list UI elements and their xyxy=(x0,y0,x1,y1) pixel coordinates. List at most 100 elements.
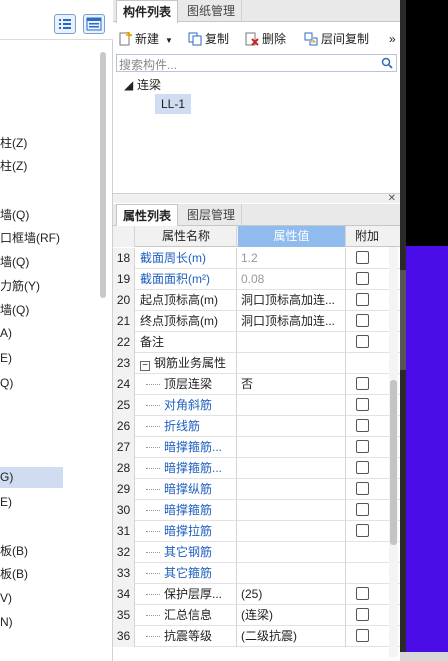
property-value[interactable]: 洞口顶标高加连... xyxy=(238,311,346,332)
extra-checkbox[interactable] xyxy=(356,587,369,600)
extra-checkbox[interactable] xyxy=(356,482,369,495)
new-button[interactable]: 新建 ▼ xyxy=(118,28,173,50)
extra-checkbox[interactable] xyxy=(356,461,369,474)
drawing-viewport[interactable] xyxy=(406,246,448,652)
property-value[interactable]: 0.08 xyxy=(238,269,346,290)
property-row[interactable]: 28 暗撑箍筋... xyxy=(113,458,400,479)
search-input[interactable]: 搜索构件... xyxy=(119,56,177,73)
property-row[interactable]: 26 折线筋 xyxy=(113,416,400,437)
property-value[interactable]: (二级抗震) xyxy=(238,626,346,647)
property-row[interactable]: 22 备注 xyxy=(113,332,400,353)
left-list-item[interactable]: G) xyxy=(0,467,63,488)
expand-collapse-icon[interactable]: − xyxy=(140,361,150,371)
tree-group-lianliang[interactable]: 连梁 xyxy=(137,76,161,93)
property-value[interactable] xyxy=(238,521,346,542)
tree-item-ll1[interactable]: LL-1 xyxy=(155,94,192,114)
tab-property-list[interactable]: 属性列表 xyxy=(116,204,179,227)
left-list-item[interactable]: E) xyxy=(0,348,63,369)
property-row[interactable]: 18 截面周长(m) 1.2 xyxy=(113,248,400,269)
tab-drawing-management[interactable]: 图纸管理 xyxy=(181,0,243,22)
floor-copy-button[interactable]: 层间复制 xyxy=(304,28,369,50)
left-list-item[interactable]: 板(B) xyxy=(0,541,63,562)
left-list-item[interactable]: E) xyxy=(0,492,63,513)
property-row[interactable]: 33 其它箍筋 xyxy=(113,563,400,584)
property-row[interactable]: 32 其它钢筋 xyxy=(113,542,400,563)
property-value[interactable] xyxy=(238,332,346,353)
extra-checkbox[interactable] xyxy=(356,419,369,432)
extra-checkbox[interactable] xyxy=(356,503,369,516)
left-list-item[interactable]: 口框墙(RF) xyxy=(0,228,63,249)
property-value[interactable] xyxy=(238,542,346,563)
more-button[interactable]: » xyxy=(389,28,396,50)
property-value[interactable]: (连梁) xyxy=(238,605,346,626)
copy-button[interactable]: 复制 xyxy=(188,28,229,50)
scrollbar-thumb[interactable] xyxy=(390,380,397,545)
property-value[interactable] xyxy=(238,500,346,521)
property-value[interactable]: 洞口顶标高加连... xyxy=(238,290,346,311)
property-row[interactable]: 19 截面面积(m²) 0.08 xyxy=(113,269,400,290)
property-row[interactable]: 31 暗撑拉筋 xyxy=(113,521,400,542)
tree-collapse-icon[interactable]: ◢ xyxy=(124,78,133,92)
search-box[interactable]: 搜索构件... xyxy=(116,54,397,72)
tree-line xyxy=(146,552,160,553)
property-row[interactable]: 27 暗撑箍筋... xyxy=(113,437,400,458)
left-list-item[interactable]: 墙(Q) xyxy=(0,300,63,321)
property-value[interactable] xyxy=(238,353,346,374)
extra-checkbox[interactable] xyxy=(356,524,369,537)
property-row[interactable]: 30 暗撑箍筋 xyxy=(113,500,400,521)
extra-checkbox[interactable] xyxy=(356,335,369,348)
left-list-item[interactable]: N) xyxy=(0,612,63,633)
left-list-item[interactable]: V) xyxy=(0,588,63,609)
left-list-item[interactable]: 墙(Q) xyxy=(0,252,63,273)
property-scrollbar[interactable] xyxy=(389,247,398,657)
extra-checkbox[interactable] xyxy=(356,272,369,285)
extra-checkbox[interactable] xyxy=(356,440,369,453)
close-icon[interactable]: ✕ xyxy=(388,193,396,204)
left-list-item[interactable]: Q) xyxy=(0,373,63,394)
tab-component-list[interactable]: 构件列表 xyxy=(116,0,179,23)
detail-view-icon[interactable] xyxy=(83,14,105,34)
property-row[interactable]: 35 汇总信息 (连梁) xyxy=(113,605,400,626)
row-number: 20 xyxy=(113,290,135,311)
left-list-item[interactable]: 柱(Z) xyxy=(0,156,63,177)
copy-label: 复制 xyxy=(205,32,230,46)
left-scrollbar[interactable] xyxy=(100,52,106,298)
property-row[interactable]: 36 抗震等级 (二级抗震) xyxy=(113,626,400,647)
property-value[interactable] xyxy=(238,458,346,479)
extra-checkbox[interactable] xyxy=(356,629,369,642)
property-value[interactable] xyxy=(238,563,346,584)
property-value[interactable] xyxy=(238,416,346,437)
property-value[interactable]: (25) xyxy=(238,584,346,605)
property-row[interactable]: 34 保护层厚... (25) xyxy=(113,584,400,605)
property-row[interactable]: 25 对角斜筋 xyxy=(113,395,400,416)
property-value[interactable]: 否 xyxy=(238,374,346,395)
row-number: 22 xyxy=(113,332,135,353)
list-view-icon[interactable] xyxy=(54,14,76,34)
tab-layer-management[interactable]: 图层管理 xyxy=(181,204,243,226)
property-name: 钢筋业务属性 xyxy=(154,356,227,370)
extra-checkbox[interactable] xyxy=(356,293,369,306)
property-row[interactable]: 20 起点顶标高(m) 洞口顶标高加连... xyxy=(113,290,400,311)
property-value[interactable] xyxy=(238,437,346,458)
extra-checkbox[interactable] xyxy=(356,377,369,390)
row-number: 19 xyxy=(113,269,135,290)
left-list-item[interactable]: 墙(Q) xyxy=(0,205,63,226)
left-list-item[interactable]: A) xyxy=(0,323,63,344)
panel-splitter[interactable]: ✕ xyxy=(113,193,400,204)
property-value[interactable] xyxy=(238,479,346,500)
left-list-item[interactable]: 柱(Z) xyxy=(0,133,63,154)
extra-checkbox[interactable] xyxy=(356,314,369,327)
extra-checkbox[interactable] xyxy=(356,398,369,411)
property-row[interactable]: 23− 钢筋业务属性 xyxy=(113,353,400,374)
left-list-item[interactable]: 板(B) xyxy=(0,564,63,585)
property-row[interactable]: 29 暗撑纵筋 xyxy=(113,479,400,500)
extra-checkbox[interactable] xyxy=(356,251,369,264)
left-list-item[interactable]: 力筋(Y) xyxy=(0,276,63,297)
property-row[interactable]: 21 终点顶标高(m) 洞口顶标高加连... xyxy=(113,311,400,332)
extra-checkbox[interactable] xyxy=(356,608,369,621)
property-value[interactable] xyxy=(238,395,346,416)
property-value[interactable]: 1.2 xyxy=(238,248,346,269)
property-row[interactable]: 24 顶层连梁 否 xyxy=(113,374,400,395)
delete-button[interactable]: 删除 xyxy=(245,28,286,50)
search-icon[interactable] xyxy=(381,57,393,69)
